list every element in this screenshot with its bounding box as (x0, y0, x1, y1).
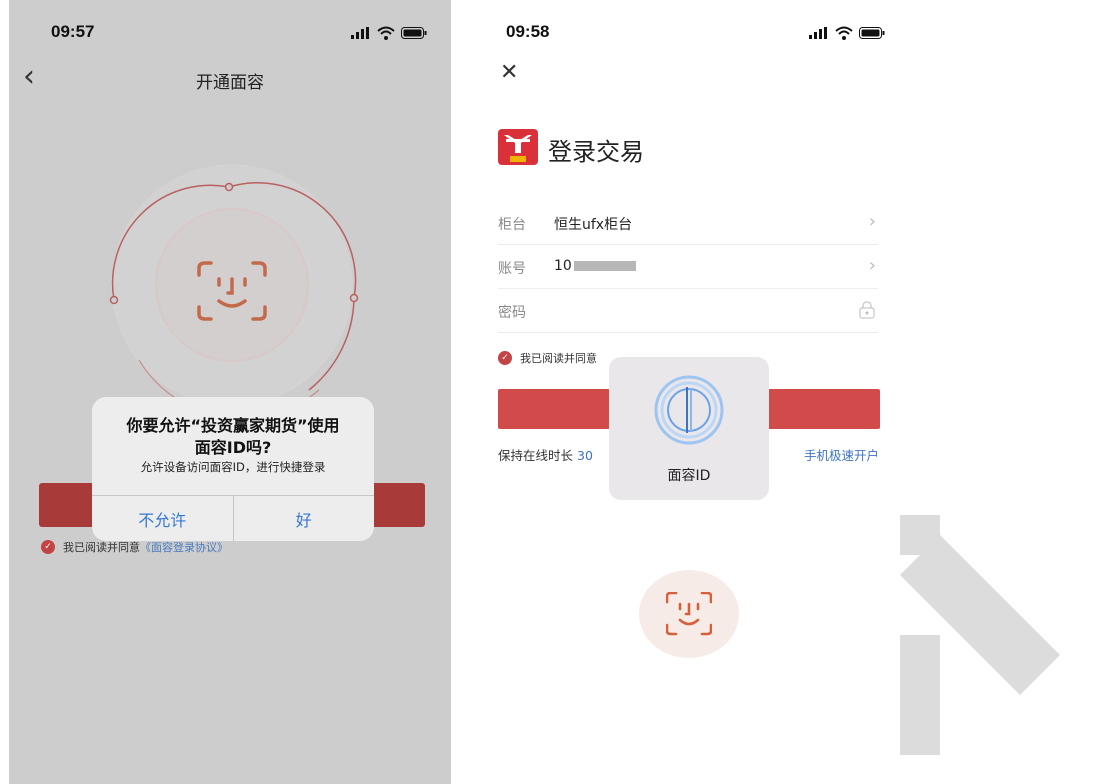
counter-label: 柜台 (498, 217, 526, 233)
keep-online-value: 30 (577, 448, 593, 463)
faceid-hud-label: 面容ID (667, 468, 711, 484)
page-title: 开通面容 (196, 73, 264, 93)
right-phone-screen: 09:58 ✕ 登录交易 柜台 恒生ufx柜台 › 账号 10 › 密码 ✓ 我… (468, 0, 903, 784)
dialog-title-line2: 面容ID吗? (194, 438, 272, 457)
battery-icon (859, 27, 885, 39)
account-row[interactable]: 账号 10 › (498, 245, 878, 289)
agreement-text: 我已阅读并同意 (63, 541, 140, 554)
nav-bar: ‹ 开通面容 (9, 60, 451, 100)
faceid-hud: 面容ID (609, 357, 769, 500)
wifi-icon (377, 26, 395, 40)
status-icons (809, 26, 885, 40)
faceid-agreement-link[interactable]: 《面容登录协议》 (140, 539, 228, 555)
dialog-message: 允许设备访问面容ID，进行快捷登录 (140, 460, 326, 474)
dialog-title-line1: 你要允许“投资赢家期货”使用 (126, 416, 340, 435)
deny-button[interactable]: 不允许 (92, 496, 233, 541)
faceid-login-button[interactable] (639, 570, 739, 658)
close-icon[interactable]: ✕ (500, 60, 518, 85)
account-redaction (573, 261, 636, 271)
login-title: 登录交易 (548, 138, 644, 166)
account-value: 10 (554, 258, 636, 274)
faceid-scanning-icon (654, 375, 724, 445)
signal-icon (351, 27, 369, 39)
chevron-right-icon: › (868, 211, 876, 232)
watermark-graphic (900, 515, 1060, 755)
checkbox-checked-icon[interactable]: ✓ (498, 351, 512, 365)
lock-icon[interactable] (858, 301, 876, 324)
left-phone-screen: 09:57 ‹ 开通面容 你要允许“投资赢家期货”使用 面容ID吗? 允许设备访… (9, 0, 451, 784)
face-scan-illustration (109, 164, 359, 419)
account-value-text: 10 (554, 258, 572, 274)
keep-online-label: 保持在线时长 (498, 448, 574, 463)
dialog-title: 你要允许“投资赢家期货”使用 面容ID吗? (92, 415, 374, 459)
agreement-text: 我已阅读并同意 (520, 352, 597, 365)
allow-button[interactable]: 好 (232, 496, 375, 541)
status-time: 09:58 (506, 22, 550, 41)
open-account-link[interactable]: 手机极速开户 (804, 445, 879, 464)
status-bar: 09:58 (468, 22, 903, 46)
permission-dialog: 你要允许“投资赢家期货”使用 面容ID吗? 允许设备访问面容ID，进行快捷登录 … (92, 397, 374, 541)
chevron-right-icon: › (868, 255, 876, 276)
status-icons (351, 26, 427, 40)
counter-value: 恒生ufx柜台 (554, 217, 633, 233)
wifi-icon (835, 26, 853, 40)
dialog-buttons: 不允许 好 (92, 495, 374, 541)
status-time: 09:57 (51, 22, 95, 41)
keep-online-row[interactable]: 保持在线时长 30 (498, 445, 593, 464)
signal-icon (809, 27, 827, 39)
face-icon (666, 592, 712, 636)
counter-row[interactable]: 柜台 恒生ufx柜台 › (498, 201, 878, 245)
agreement-row: ✓ 我已阅读并同意 (498, 350, 597, 366)
checkbox-checked-icon[interactable]: ✓ (41, 540, 55, 554)
agreement-row: ✓ 我已阅读并同意 《面容登录协议》 (41, 539, 228, 555)
account-label: 账号 (498, 261, 526, 277)
battery-icon (401, 27, 427, 39)
status-bar: 09:57 (9, 22, 451, 46)
password-label: 密码 (498, 305, 526, 321)
app-logo-icon (498, 129, 538, 165)
password-row[interactable]: 密码 (498, 289, 878, 333)
